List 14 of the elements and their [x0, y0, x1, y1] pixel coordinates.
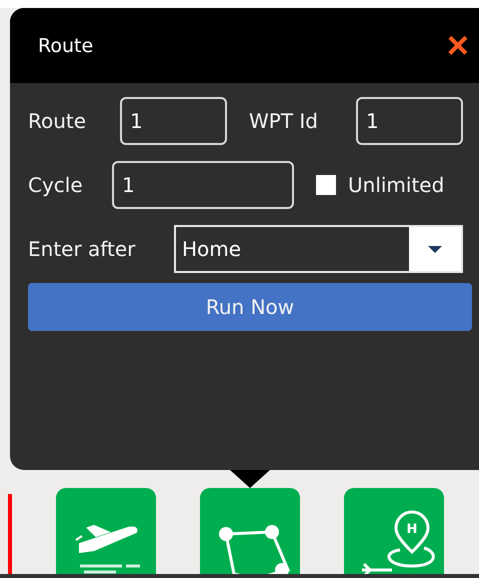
close-button[interactable]: × [442, 26, 473, 64]
checkbox-label: Unlimited [348, 173, 446, 197]
field-label: WPT Id [249, 109, 320, 133]
field-label: Cycle [28, 173, 84, 197]
input-field[interactable]: 1 [112, 161, 294, 209]
input-field[interactable]: 1 [356, 97, 463, 145]
checkbox[interactable] [316, 175, 336, 195]
dialog-title: Route [38, 34, 94, 56]
input-field[interactable]: 1 [120, 97, 227, 145]
dropdown[interactable]: Home [174, 225, 463, 273]
field-label: Enter after [28, 237, 136, 261]
run-now-button[interactable]: Run Now [28, 283, 472, 331]
field-label: Route [28, 109, 88, 133]
dropdown-caret-icon [409, 227, 461, 271]
